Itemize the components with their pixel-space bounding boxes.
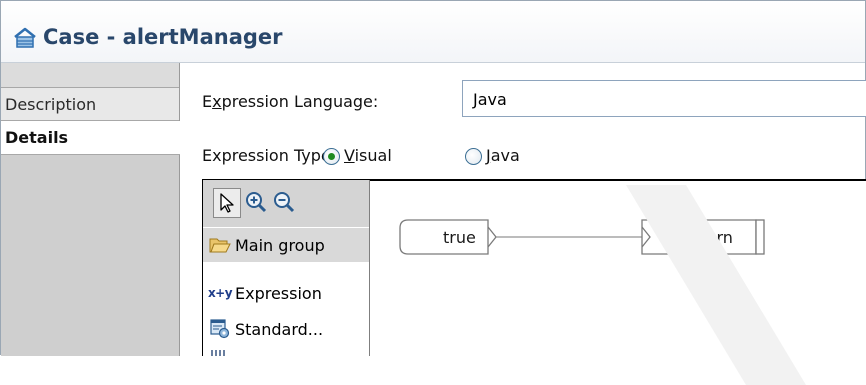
zoom-out-icon[interactable] bbox=[271, 188, 297, 216]
expression-language-label: Expression Language: bbox=[202, 92, 379, 111]
expression-icon: x+y bbox=[207, 286, 233, 300]
folder-open-icon bbox=[209, 235, 231, 255]
zoom-in-icon[interactable] bbox=[243, 188, 269, 216]
tab-spacer bbox=[1, 63, 179, 87]
page-title: Case - alertManager bbox=[43, 25, 283, 49]
java-radio[interactable] bbox=[465, 148, 482, 165]
visual-radio[interactable] bbox=[323, 148, 340, 165]
palette-item-label: Expression bbox=[235, 283, 322, 303]
editor-header: Case - alertManager bbox=[1, 1, 865, 62]
palette-item-label: Standard... bbox=[235, 319, 324, 339]
node-return-label: return bbox=[684, 228, 733, 247]
palette-item-label: Main group bbox=[235, 235, 325, 255]
tab-details[interactable]: Details bbox=[1, 121, 180, 155]
palette-item-main-group[interactable]: Main group bbox=[203, 228, 369, 262]
visual-radio-label[interactable]: Visual bbox=[344, 146, 392, 165]
palette-partial-icon bbox=[211, 350, 227, 356]
expression-language-field[interactable]: Java bbox=[462, 80, 866, 117]
palette: Main group x+y Expression Standard... bbox=[203, 180, 370, 356]
case-icon bbox=[13, 27, 37, 49]
tab-description[interactable]: Description bbox=[1, 87, 179, 121]
standard-function-icon bbox=[209, 319, 231, 339]
expression-type-label: Expression Type: bbox=[202, 146, 337, 165]
java-radio-label[interactable]: Java bbox=[486, 146, 520, 165]
node-true-label: true bbox=[443, 228, 476, 247]
property-tabs: Description Details bbox=[1, 63, 180, 356]
palette-item-expression[interactable]: x+y Expression bbox=[203, 276, 369, 310]
select-arrow-icon[interactable] bbox=[213, 188, 241, 218]
palette-toolbar bbox=[203, 180, 369, 227]
palette-item-standard[interactable]: Standard... bbox=[203, 312, 369, 346]
